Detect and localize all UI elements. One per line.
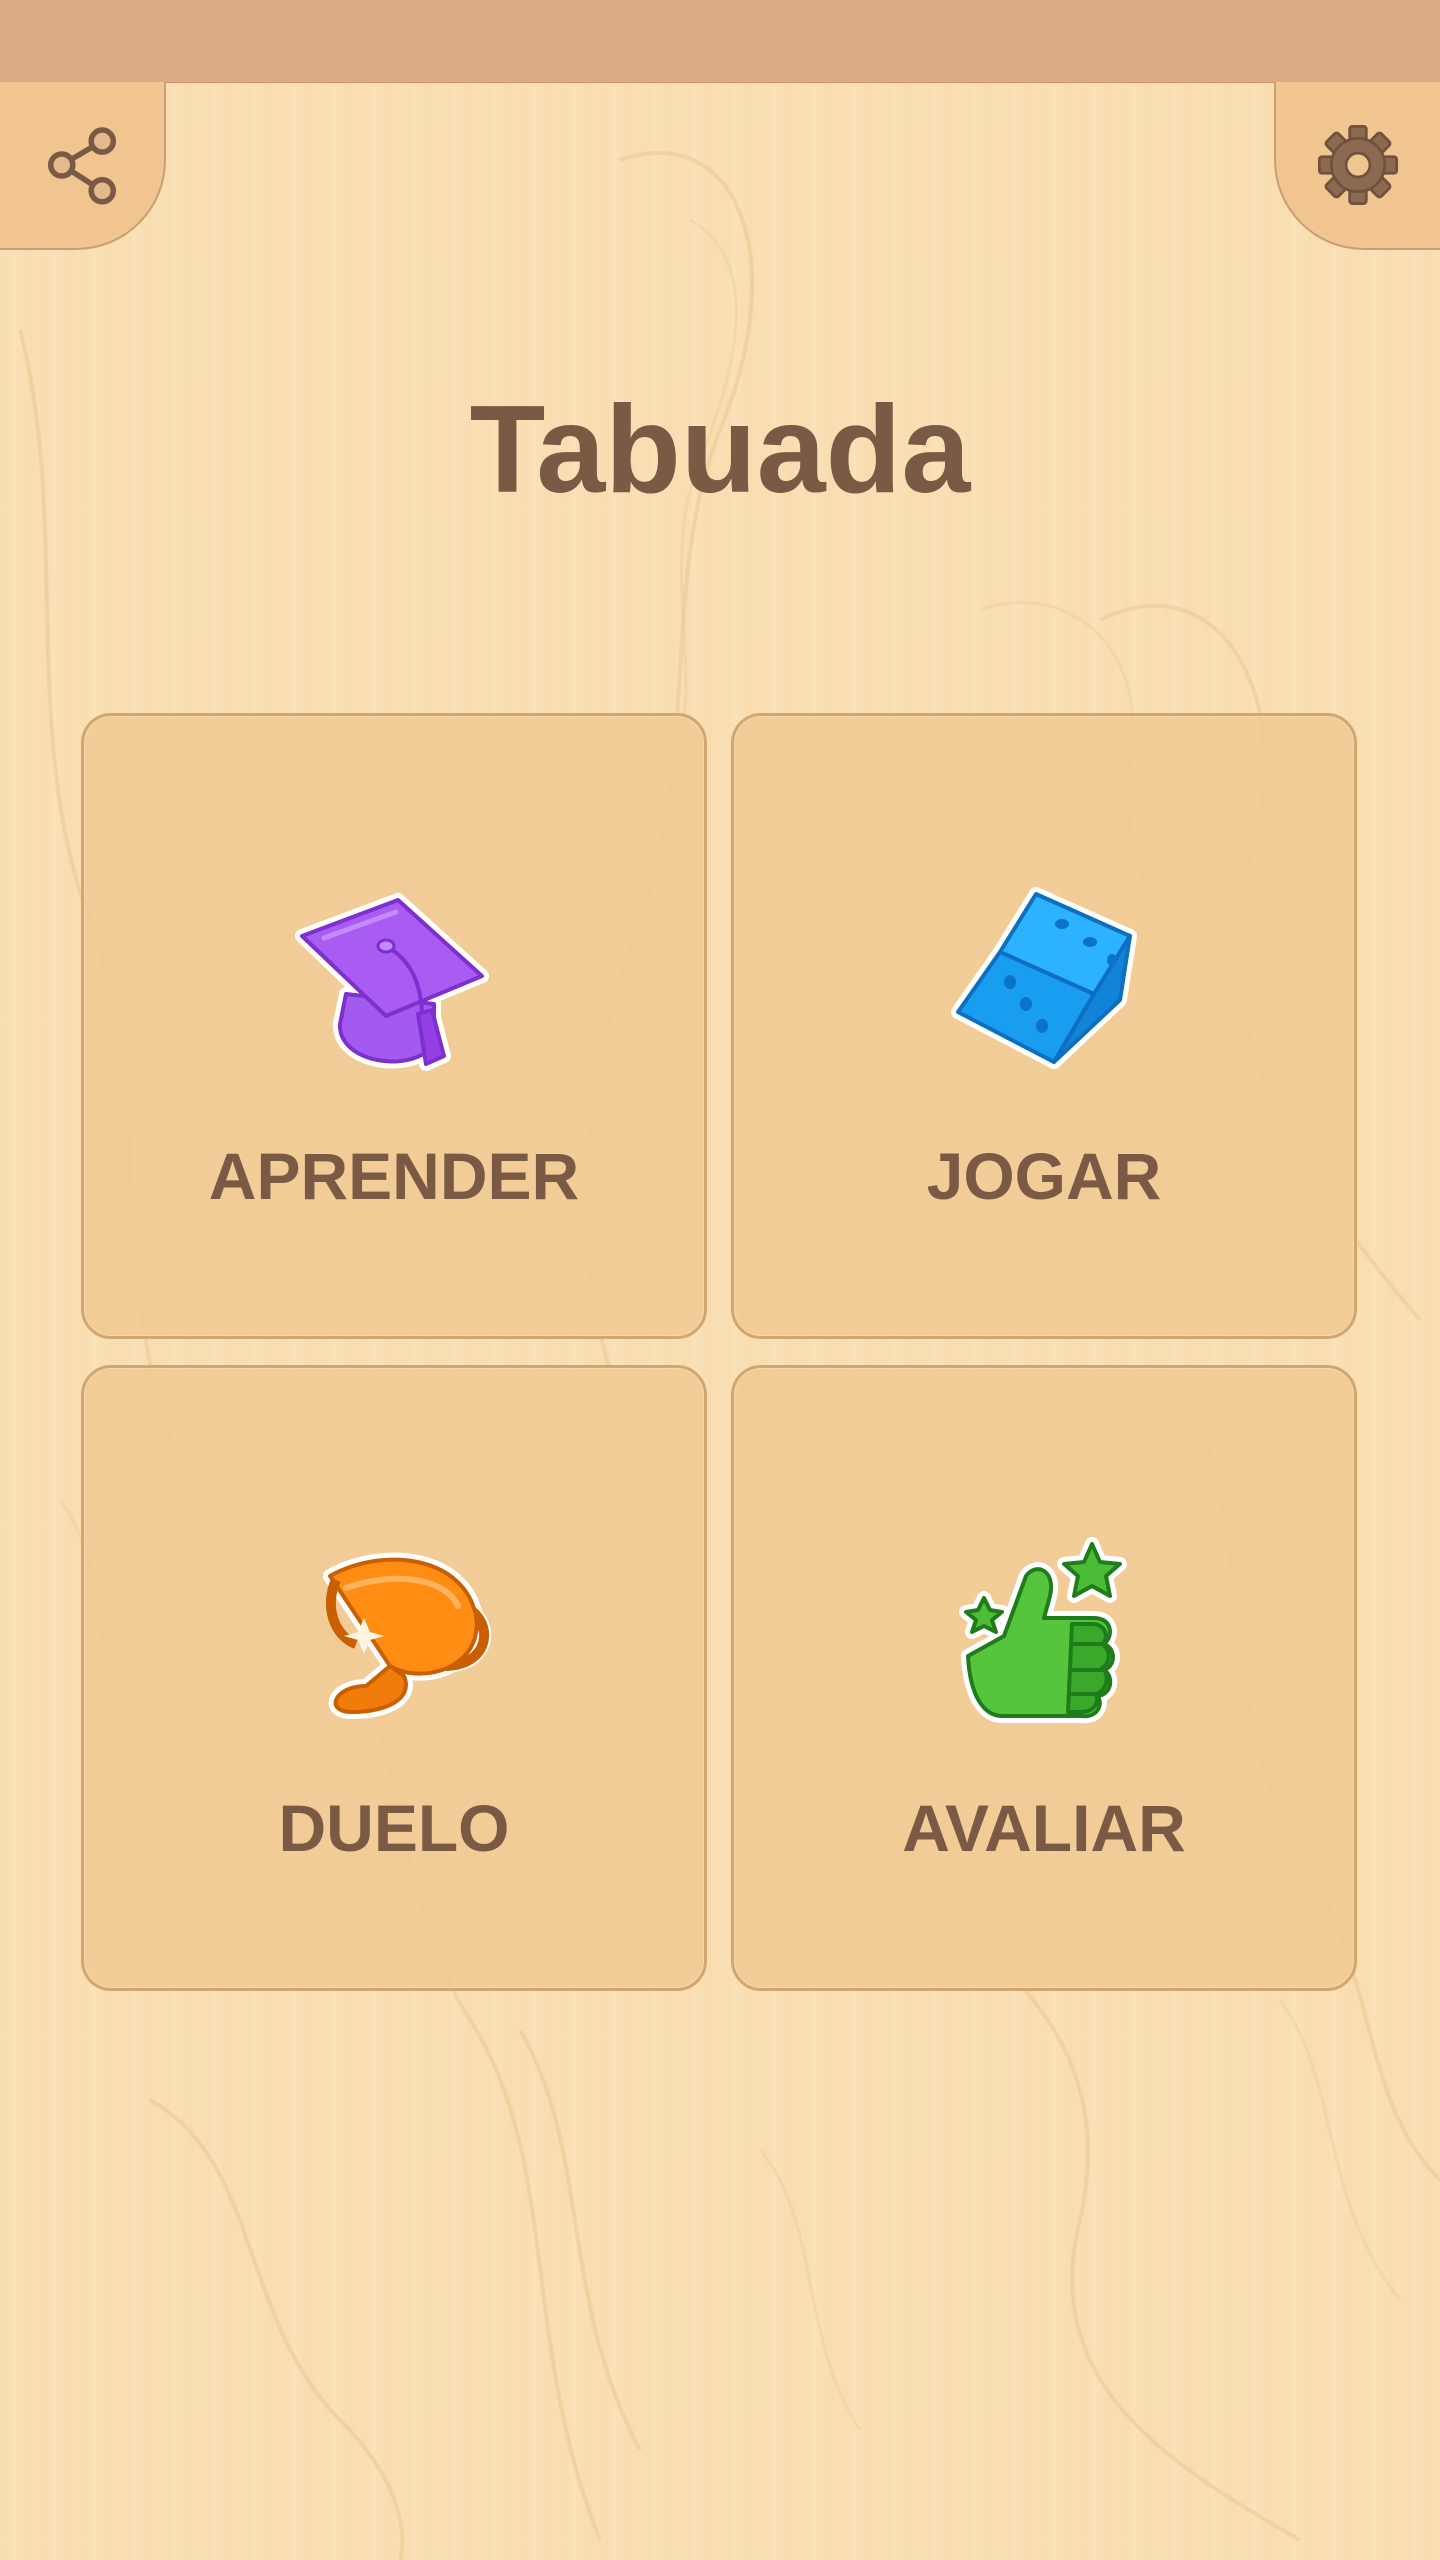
gear-icon <box>1317 124 1399 206</box>
status-bar <box>0 0 1440 82</box>
trophy-icon <box>294 1536 494 1736</box>
duel-button[interactable]: DUELO <box>81 1365 707 1991</box>
rate-button[interactable]: AVALIAR <box>731 1365 1357 1991</box>
page-title: Tabuada <box>469 381 971 519</box>
home-screen: Tabuada APRENDER JOGAR DUELO AVALIAR <box>0 0 1440 2560</box>
learn-label: APRENDER <box>208 1139 580 1213</box>
learn-button[interactable]: APRENDER <box>81 713 707 1339</box>
duel-label: DUELO <box>278 1791 510 1865</box>
play-button[interactable]: JOGAR <box>731 713 1357 1339</box>
graduation-cap-icon <box>294 884 494 1084</box>
dice-icon <box>944 884 1144 1084</box>
share-icon <box>47 127 117 205</box>
thumbs-up-icon <box>944 1536 1144 1736</box>
main-menu: APRENDER JOGAR DUELO AVALIAR <box>81 713 1357 1991</box>
rate-label: AVALIAR <box>902 1791 1186 1865</box>
play-label: JOGAR <box>926 1139 1162 1213</box>
